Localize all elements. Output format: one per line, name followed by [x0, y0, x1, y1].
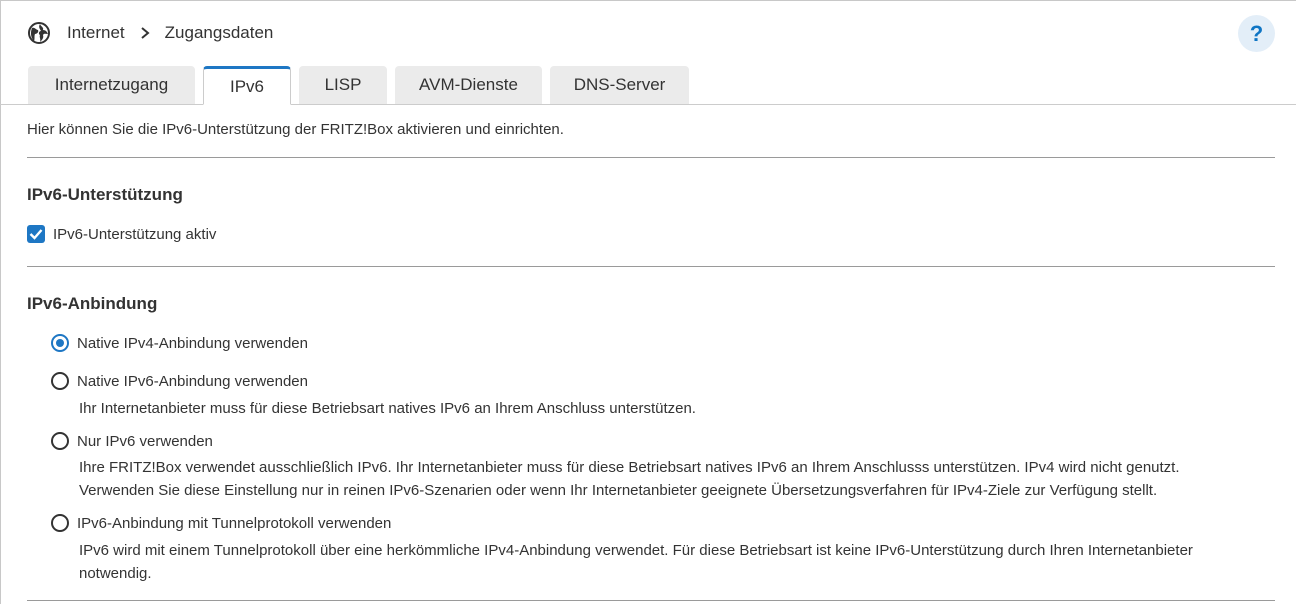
tab-bar: Internetzugang IPv6 LISP AVM-Dienste DNS…: [28, 66, 697, 105]
breadcrumb: Internet Zugangsdaten: [27, 20, 273, 46]
tab-lisp[interactable]: LISP: [299, 66, 387, 104]
radio-ipv6-only[interactable]: Nur IPv6 verwenden: [51, 432, 213, 450]
radio-tunnel[interactable]: IPv6-Anbindung mit Tunnelprotokoll verwe…: [51, 514, 391, 532]
radio-button[interactable]: [51, 372, 69, 390]
tab-avm-dienste[interactable]: AVM-Dienste: [395, 66, 542, 104]
radio-native-ipv6[interactable]: Native IPv6-Anbindung verwenden: [51, 372, 308, 390]
radio-button-selected[interactable]: [51, 334, 69, 352]
divider: [27, 600, 1275, 601]
tab-dns-server[interactable]: DNS-Server: [550, 66, 689, 104]
ipv6-support-checkbox[interactable]: IPv6-Unterstützung aktiv: [27, 225, 216, 243]
help-button[interactable]: ?: [1238, 15, 1275, 52]
breadcrumb-page: Zugangsdaten: [164, 23, 274, 42]
tab-ipv6[interactable]: IPv6: [203, 66, 291, 105]
option-description: Verwenden Sie diese Einstellung nur in r…: [79, 482, 1158, 499]
radio-label: Native IPv6-Anbindung verwenden: [77, 372, 308, 390]
chevron-right-icon: [135, 23, 155, 43]
radio-label: Native IPv4-Anbindung verwenden: [77, 334, 308, 352]
radio-label: Nur IPv6 verwenden: [77, 432, 213, 450]
breadcrumb-section[interactable]: Internet: [67, 23, 125, 43]
tab-divider: [0, 104, 1296, 105]
top-border: [0, 0, 1296, 1]
globe-icon: [27, 21, 51, 45]
checkmark-icon[interactable]: [27, 225, 45, 243]
radio-native-ipv4[interactable]: Native IPv4-Anbindung verwenden: [51, 334, 308, 352]
radio-button[interactable]: [51, 514, 69, 532]
divider: [27, 266, 1275, 267]
option-description: Ihr Internetanbieter muss für diese Betr…: [79, 400, 696, 417]
left-border: [0, 0, 1, 604]
tab-internetzugang[interactable]: Internetzugang: [28, 66, 195, 104]
option-description: IPv6 wird mit einem Tunnelprotokoll über…: [79, 542, 1193, 559]
option-description: notwendig.: [79, 565, 152, 582]
checkbox-label: IPv6-Unterstützung aktiv: [53, 225, 217, 243]
section-heading-connection: IPv6-Anbindung: [27, 294, 158, 313]
radio-button[interactable]: [51, 432, 69, 450]
section-heading-support: IPv6-Unterstützung: [27, 185, 183, 204]
intro-text: Hier können Sie die IPv6-Unterstützung d…: [27, 121, 564, 138]
option-description: Ihre FRITZ!Box verwendet ausschließlich …: [79, 459, 1180, 476]
radio-label: IPv6-Anbindung mit Tunnelprotokoll verwe…: [77, 514, 392, 532]
divider: [27, 157, 1275, 158]
